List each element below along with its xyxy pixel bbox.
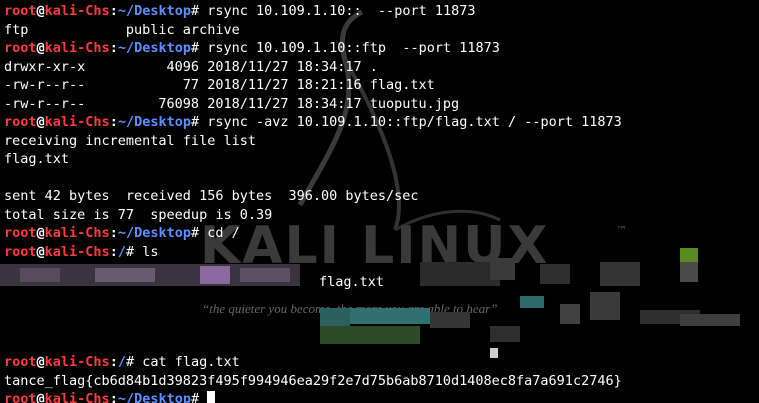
output-line: -rw-r--r-- 76098 2018/11/27 18:34:17 tuo… [4, 95, 460, 112]
prompt-symbol: # [125, 354, 135, 370]
prompt-user: root [4, 243, 37, 260]
prompt-host: kali-Chs [44, 391, 110, 403]
command-text: cd / [199, 225, 240, 241]
prompt-cwd: / [117, 354, 126, 370]
prompt-symbol: # [125, 243, 135, 260]
output-line: total size is 77 speedup is 0.39 [4, 206, 273, 223]
output-line: drwxr-xr-x 4096 2018/11/27 18:34:17 . [4, 58, 378, 75]
prompt-host: kali-Chs [44, 354, 110, 370]
prompt-at: @ [36, 243, 45, 260]
prompt-host: kali-Chs [44, 40, 110, 56]
prompt-symbol: # [190, 225, 200, 241]
command-line: root@kali-Chs:/# cat flag.txt [4, 353, 759, 372]
prompt-user: root [4, 114, 37, 130]
output-line: sent 42 bytes received 156 bytes 396.00 … [4, 188, 419, 204]
prompt-user: root [4, 3, 37, 19]
prompt-symbol: # [190, 391, 200, 403]
terminal-window[interactable]: KALI LINUX ™ “the quieter you become, th… [0, 0, 759, 403]
prompt-user: root [4, 391, 37, 403]
command-text: rsync 10.109.1.10::ftp --port 11873 [199, 40, 500, 56]
command-line: root@kali-Chs:~/Desktop# cd / [4, 224, 759, 243]
prompt-cwd: / [117, 243, 126, 260]
prompt-colon: : [109, 114, 118, 130]
command-text: cat flag.txt [134, 354, 240, 370]
prompt-host: kali-Chs [44, 3, 110, 19]
command-line: root@kali-Chs:~/Desktop# rsync 10.109.1.… [4, 39, 759, 58]
prompt-at: @ [36, 354, 45, 370]
prompt-user: root [4, 40, 37, 56]
prompt-symbol: # [190, 40, 200, 56]
prompt-at: @ [36, 114, 45, 130]
prompt-symbol: # [190, 114, 200, 130]
prompt-user: root [4, 354, 37, 370]
command-line: root@kali-Chs:/# ls [4, 243, 759, 262]
prompt-at: @ [36, 40, 45, 56]
output-line: ftp public archive [4, 21, 240, 38]
command-line: root@kali-Chs:~/Desktop# rsync 10.109.1.… [4, 2, 759, 21]
command-text: ls [134, 243, 159, 260]
text-cursor [207, 391, 216, 403]
prompt-at: @ [36, 3, 45, 19]
prompt-colon: : [109, 3, 118, 19]
output-line: -rw-r--r-- 77 2018/11/27 18:21:16 flag.t… [4, 77, 435, 93]
prompt-colon: : [109, 40, 118, 56]
output-line: flag.txt [4, 151, 70, 167]
command-text: rsync 10.109.1.10:: --port 11873 [199, 3, 476, 19]
prompt-at: @ [36, 225, 45, 241]
command-text [199, 391, 207, 403]
prompt-cwd: ~/Desktop [117, 3, 191, 19]
prompt-colon: : [109, 391, 118, 403]
terminal-output: root@kali-Chs:~/Desktop# rsync 10.109.1.… [4, 2, 759, 403]
prompt-host: kali-Chs [44, 225, 110, 241]
prompt-colon: : [109, 225, 118, 241]
prompt-symbol: # [190, 3, 200, 19]
prompt-cwd: ~/Desktop [117, 40, 191, 56]
prompt-host: kali-Chs [44, 114, 110, 130]
command-line: root@kali-Chs:~/Desktop# [4, 390, 759, 403]
command-text: rsync -avz 10.109.1.10::ftp/flag.txt / -… [199, 114, 622, 130]
command-line: root@kali-Chs:~/Desktop# rsync -avz 10.1… [4, 113, 759, 132]
prompt-user: root [4, 225, 37, 241]
output-line: receiving incremental file list [4, 132, 256, 149]
output-line: tance_flag{cb6d84b1d39823f495f994946ea29… [4, 372, 622, 389]
prompt-cwd: ~/Desktop [117, 225, 191, 241]
prompt-cwd: ~/Desktop [117, 391, 191, 403]
prompt-at: @ [36, 391, 45, 403]
prompt-colon: : [109, 243, 118, 260]
prompt-colon: : [109, 354, 118, 370]
prompt-cwd: ~/Desktop [117, 114, 191, 130]
prompt-host: kali-Chs [44, 243, 110, 260]
